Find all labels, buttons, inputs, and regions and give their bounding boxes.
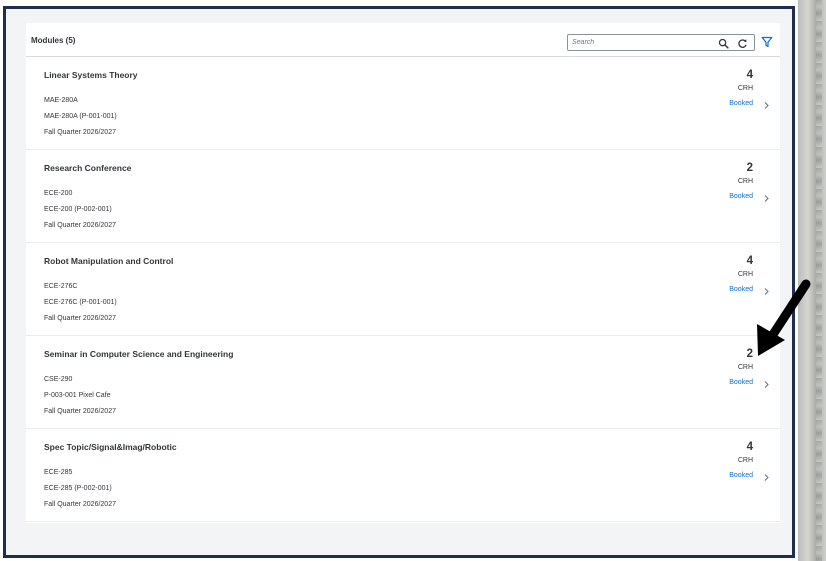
- module-title: Robot Manipulation and Control: [44, 256, 174, 266]
- module-title: Spec Topic/Signal&Imag/Robotic: [44, 442, 177, 452]
- module-row-4[interactable]: Seminar in Computer Science and Engineer…: [26, 336, 780, 429]
- module-title: Seminar in Computer Science and Engineer…: [44, 349, 234, 359]
- module-status: Booked: [729, 379, 753, 386]
- module-row-5[interactable]: Spec Topic/Signal&Imag/Robotic ECE-285 E…: [26, 429, 780, 522]
- module-section: P-003-001 Pixel Cafe: [44, 392, 111, 399]
- module-credit-unit: CRH: [737, 457, 753, 464]
- panel-header: Modules (5): [26, 23, 780, 57]
- module-credit-unit: CRH: [737, 364, 753, 371]
- search-field[interactable]: [567, 34, 755, 51]
- module-code: ECE-276C: [44, 283, 78, 290]
- module-row-1[interactable]: Linear Systems Theory MAE-280A MAE-280A …: [26, 57, 780, 150]
- pointer-arrow-icon: [757, 279, 811, 356]
- module-term: Fall Quarter 2026/2027: [44, 408, 116, 415]
- module-term: Fall Quarter 2026/2027: [44, 501, 116, 508]
- search-bar: [567, 34, 779, 51]
- module-section: ECE-276C (P-001-001): [44, 299, 117, 306]
- app-window: Modules (5) Lin: [3, 6, 795, 558]
- module-section: ECE-285 (P-002-001): [44, 485, 112, 492]
- filter-icon[interactable]: [761, 36, 773, 48]
- module-code: MAE-280A: [44, 97, 78, 104]
- refresh-icon[interactable]: [737, 38, 748, 49]
- module-status: Booked: [729, 286, 753, 293]
- module-credit-unit: CRH: [737, 178, 753, 185]
- module-term: Fall Quarter 2026/2027: [44, 222, 116, 229]
- module-section: MAE-280A (P-001-001): [44, 113, 117, 120]
- module-row-3[interactable]: Robot Manipulation and Control ECE-276C …: [26, 243, 780, 336]
- module-credit-unit: CRH: [737, 85, 753, 92]
- module-code: ECE-200: [44, 190, 73, 197]
- module-credits: 2: [746, 162, 753, 174]
- module-title: Research Conference: [44, 163, 132, 173]
- module-code: ECE-285: [44, 469, 73, 476]
- modules-panel: Modules (5) Lin: [26, 23, 780, 523]
- module-term: Fall Quarter 2026/2027: [44, 129, 116, 136]
- module-credits: 4: [746, 69, 753, 81]
- chevron-right-icon[interactable]: [763, 380, 770, 389]
- module-row-2[interactable]: Research Conference ECE-200 ECE-200 (P-0…: [26, 150, 780, 243]
- chevron-right-icon[interactable]: [763, 101, 770, 110]
- module-section: ECE-200 (P-002-001): [44, 206, 112, 213]
- module-credit-unit: CRH: [737, 271, 753, 278]
- panel-title: Modules (5): [31, 36, 76, 45]
- search-input[interactable]: [572, 37, 712, 48]
- module-status: Booked: [729, 193, 753, 200]
- module-title: Linear Systems Theory: [44, 70, 138, 80]
- chevron-right-icon[interactable]: [763, 473, 770, 482]
- module-status: Booked: [729, 100, 753, 107]
- search-icon[interactable]: [718, 38, 729, 49]
- module-credits: 4: [746, 441, 753, 453]
- module-status: Booked: [729, 472, 753, 479]
- module-term: Fall Quarter 2026/2027: [44, 315, 116, 322]
- module-credits: 4: [746, 255, 753, 267]
- chevron-right-icon[interactable]: [763, 194, 770, 203]
- module-code: CSE-290: [44, 376, 73, 383]
